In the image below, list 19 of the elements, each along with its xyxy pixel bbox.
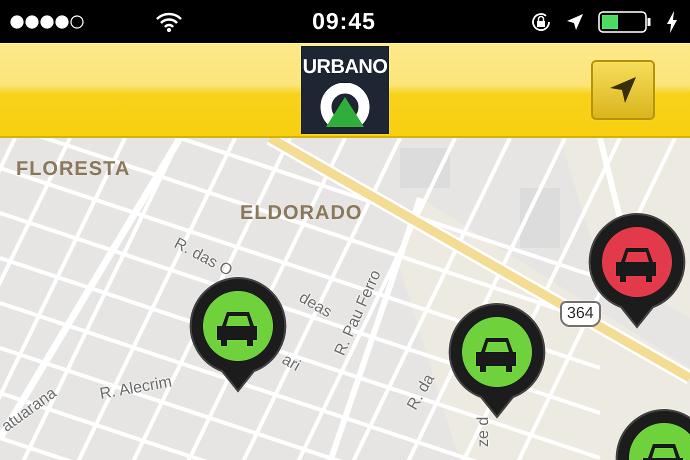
- locate-me-button[interactable]: [591, 60, 655, 120]
- battery-icon: [598, 10, 652, 32]
- status-time: 09:45: [312, 8, 376, 35]
- route-shield: 364: [560, 301, 601, 327]
- logo-ring-icon: [318, 82, 372, 126]
- street-label: R. da: [404, 371, 439, 414]
- signal-icon: [10, 14, 86, 28]
- logo-text: URBANO: [302, 56, 388, 78]
- street-label: R. das O: [170, 235, 235, 281]
- neighborhood-label: FLORESTA: [16, 158, 130, 181]
- street-label: ari: [278, 351, 303, 376]
- street-label: ze d: [475, 416, 493, 447]
- wifi-icon: [156, 12, 182, 32]
- location-arrow-icon: [566, 12, 584, 30]
- neighborhood-label: ELDORADO: [240, 202, 362, 225]
- rotation-lock-icon: [530, 10, 552, 32]
- charging-bolt-icon: [666, 10, 678, 32]
- street-label: R. Alecrim: [98, 373, 174, 404]
- navigation-arrow-icon: [608, 74, 638, 104]
